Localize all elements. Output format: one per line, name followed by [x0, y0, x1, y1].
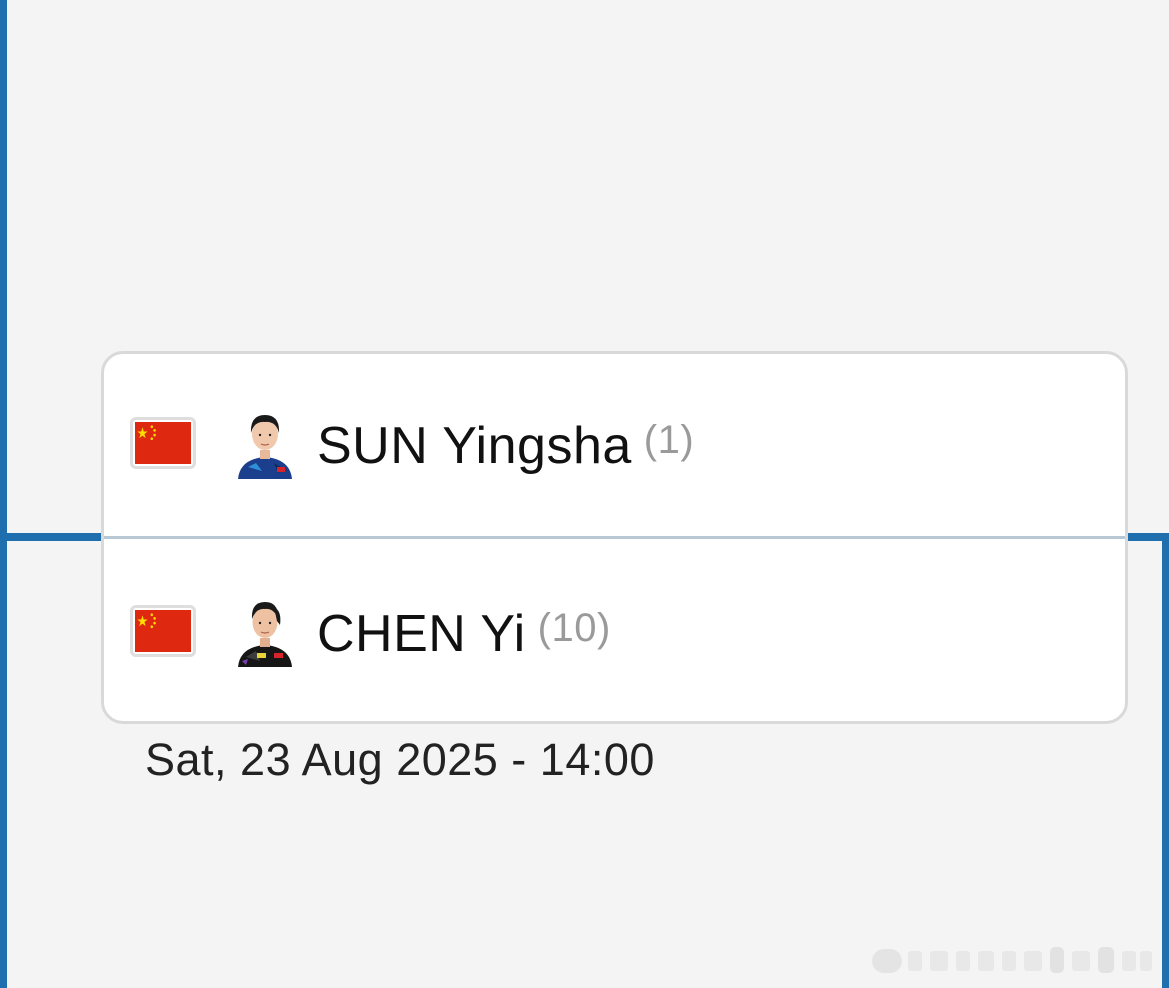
player-avatar	[234, 407, 296, 479]
watermark-logo	[872, 945, 1154, 975]
player-seed: (1)	[643, 418, 695, 462]
bracket-page: SUN Yingsha (1) CHEN Yi (10) Sat, 23 Aug…	[0, 0, 1169, 988]
player-name-text: CHEN Yi	[317, 605, 526, 663]
match-datetime: Sat, 23 Aug 2025 - 14:00	[145, 734, 655, 785]
china-flag-icon	[130, 417, 196, 469]
player-name[interactable]: SUN Yingsha (1)	[317, 416, 694, 476]
china-flag-icon	[130, 605, 196, 657]
player-name-text: SUN Yingsha	[317, 417, 632, 475]
player-name[interactable]: CHEN Yi (10)	[317, 604, 611, 664]
bracket-line-left	[0, 0, 7, 988]
player-row-sun-yingsha[interactable]: SUN Yingsha (1)	[104, 354, 1125, 536]
bracket-line-right	[1162, 533, 1169, 988]
player-seed: (10)	[537, 606, 611, 650]
player-avatar	[234, 595, 296, 667]
player-row-chen-yi[interactable]: CHEN Yi (10)	[104, 539, 1125, 721]
bracket-line-connector-left	[0, 533, 104, 541]
match-card[interactable]: SUN Yingsha (1) CHEN Yi (10)	[101, 351, 1128, 724]
